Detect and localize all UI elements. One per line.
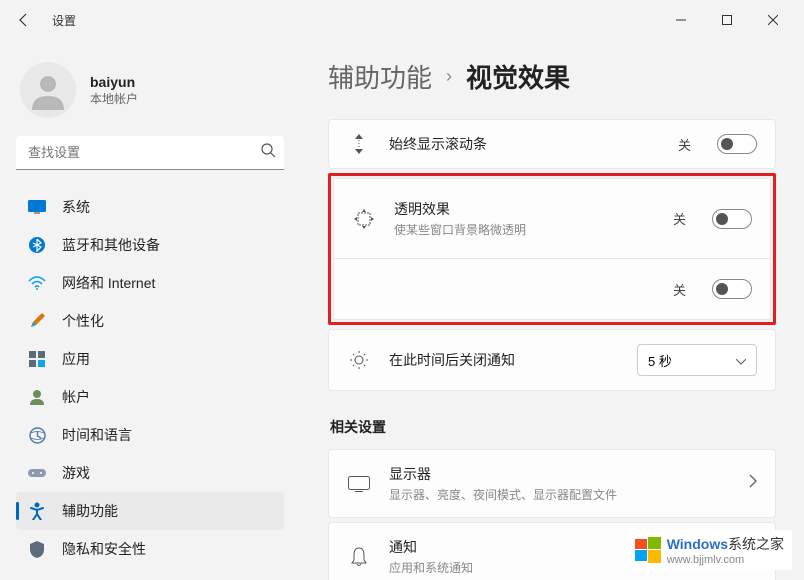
profile-subtitle: 本地帐户: [90, 90, 138, 107]
link-subtitle: 显示器、亮度、夜间模式、显示器配置文件: [389, 486, 731, 503]
sidebar-item-system[interactable]: 系统: [16, 188, 284, 226]
bluetooth-icon: [28, 236, 46, 254]
notification-timeout-dropdown[interactable]: 5 秒: [637, 344, 757, 376]
sidebar-item-label: 隐私和安全性: [62, 539, 146, 559]
window-title: 设置: [52, 12, 76, 29]
unnamed-toggle[interactable]: [712, 279, 752, 299]
wifi-icon: [28, 274, 46, 292]
profile-name: baiyun: [90, 74, 138, 90]
sidebar-item-network[interactable]: 网络和 Internet: [16, 264, 284, 302]
sidebar-item-label: 应用: [62, 349, 90, 369]
back-button[interactable]: [8, 4, 40, 36]
close-button[interactable]: [750, 4, 796, 36]
setting-subtitle: 使某些窗口背景略微透明: [394, 221, 655, 238]
setting-notification-timeout: 在此时间后关闭通知 5 秒: [328, 329, 776, 391]
breadcrumb-parent[interactable]: 辅助功能: [328, 58, 432, 95]
back-arrow-icon: [16, 12, 32, 28]
dropdown-value: 5 秒: [648, 351, 672, 370]
related-settings-header: 相关设置: [330, 417, 776, 437]
chevron-right-icon: [749, 474, 757, 493]
titlebar: 设置: [0, 0, 804, 40]
user-icon: [28, 388, 46, 406]
sidebar-item-label: 网络和 Internet: [62, 273, 155, 293]
toggle-state: 关: [673, 280, 686, 299]
breadcrumb-current: 视觉效果: [466, 58, 570, 95]
windows-logo-icon: [635, 537, 661, 563]
setting-unnamed: 关: [333, 258, 771, 320]
window-controls: [658, 4, 796, 36]
sidebar-item-accessibility[interactable]: 辅助功能: [16, 492, 284, 530]
sidebar-item-privacy[interactable]: 隐私和安全性: [16, 530, 284, 568]
watermark-brand: Windows: [667, 536, 728, 552]
chevron-right-icon: ›: [446, 66, 452, 87]
avatar: [20, 62, 76, 118]
privacy-icon: [28, 540, 46, 558]
time-icon: [28, 426, 46, 444]
search-icon[interactable]: [261, 143, 276, 163]
sidebar-item-personalization[interactable]: 个性化: [16, 302, 284, 340]
bell-icon: [347, 547, 371, 567]
watermark: Windows系统之家 www.bjjmlv.com: [627, 530, 792, 570]
setting-title: 在此时间后关闭通知: [389, 350, 619, 370]
sidebar-item-label: 个性化: [62, 311, 104, 331]
setting-transparency: 透明效果 使某些窗口背景略微透明 关: [333, 178, 771, 258]
sidebar-item-apps[interactable]: 应用: [16, 340, 284, 378]
sidebar-item-bluetooth[interactable]: 蓝牙和其他设备: [16, 226, 284, 264]
system-icon: [28, 198, 46, 216]
search-input[interactable]: [16, 136, 284, 170]
sidebar-item-label: 游戏: [62, 463, 90, 483]
related-display[interactable]: 显示器 显示器、亮度、夜间模式、显示器配置文件: [328, 449, 776, 518]
apps-icon: [28, 350, 46, 368]
profile-section[interactable]: baiyun 本地帐户: [16, 48, 284, 136]
brush-icon: [28, 312, 46, 330]
scrollbar-icon: [347, 134, 371, 154]
game-icon: [28, 464, 46, 482]
sidebar-item-gaming[interactable]: 游戏: [16, 454, 284, 492]
watermark-url: www.bjjmlv.com: [667, 554, 784, 566]
transparency-icon: [352, 209, 376, 229]
accessibility-icon: [28, 502, 46, 520]
setting-scrollbar: 始终显示滚动条 关: [328, 119, 776, 169]
breadcrumb: 辅助功能 › 视觉效果: [328, 58, 776, 95]
toggle-state: 关: [678, 135, 691, 154]
transparency-toggle[interactable]: [712, 209, 752, 229]
sidebar-item-label: 时间和语言: [62, 425, 132, 445]
main-content: 辅助功能 › 视觉效果 始终显示滚动条 关 透明效果 使某些窗口背景略微透明 关: [300, 40, 804, 580]
sidebar-item-label: 系统: [62, 197, 90, 217]
toggle-state: 关: [673, 209, 686, 228]
sidebar-item-label: 辅助功能: [62, 501, 118, 521]
sidebar-item-time-language[interactable]: 时间和语言: [16, 416, 284, 454]
link-title: 显示器: [389, 464, 731, 484]
display-icon: [347, 476, 371, 492]
scrollbar-toggle[interactable]: [717, 134, 757, 154]
search-box: [16, 136, 284, 170]
minimize-button[interactable]: [658, 4, 704, 36]
nav-list: 系统 蓝牙和其他设备 网络和 Internet 个性化 应用 帐户: [16, 188, 284, 568]
sidebar-item-label: 帐户: [62, 387, 90, 407]
setting-title: 始终显示滚动条: [389, 134, 660, 154]
highlight-annotation: 透明效果 使某些窗口背景略微透明 关 关: [328, 173, 776, 325]
sun-icon: [347, 350, 371, 370]
sidebar-item-accounts[interactable]: 帐户: [16, 378, 284, 416]
maximize-button[interactable]: [704, 4, 750, 36]
sidebar-item-label: 蓝牙和其他设备: [62, 235, 160, 255]
sidebar: baiyun 本地帐户 系统 蓝牙和其他设备 网络和 Internet: [0, 40, 300, 580]
chevron-down-icon: [736, 353, 746, 368]
setting-title: 透明效果: [394, 199, 655, 219]
